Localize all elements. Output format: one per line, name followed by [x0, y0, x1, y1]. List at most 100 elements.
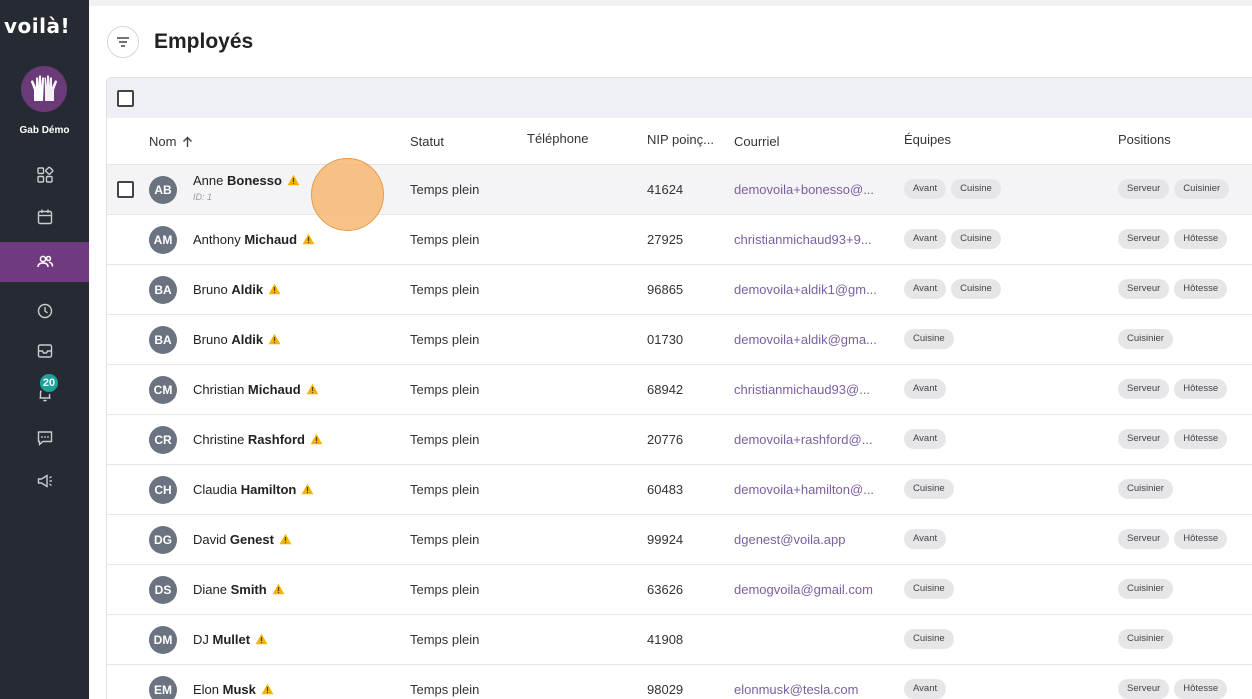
- positions-cell: Serveur Hôtesse: [1118, 529, 1228, 549]
- nip-cell: 99924: [647, 532, 684, 547]
- nav-messages[interactable]: [0, 418, 89, 458]
- sidebar: voilà! Gab Démo 20: [0, 0, 89, 699]
- position-chip: Hôtesse: [1174, 429, 1228, 449]
- table-row[interactable]: DG David Genest Temps plein 99924 dgenest@vo…: [107, 515, 1252, 565]
- chat-icon: [37, 431, 52, 447]
- employee-name[interactable]: Diane Smith: [193, 582, 285, 598]
- email-cell[interactable]: demovoila+bonesso@...: [734, 182, 874, 197]
- column-header-nip[interactable]: NIP poinç...: [647, 132, 714, 147]
- email-cell[interactable]: dgenest@voila.app: [734, 532, 846, 547]
- filter-button[interactable]: [107, 26, 139, 58]
- teams-cell: Avant: [904, 429, 947, 449]
- teams-cell: Avant: [904, 529, 947, 549]
- email-cell[interactable]: christianmichaud93+9...: [734, 232, 872, 247]
- employee-name[interactable]: Claudia Hamilton: [193, 482, 314, 498]
- column-header-phone[interactable]: Téléphone: [527, 131, 588, 146]
- nav-announcements[interactable]: [0, 461, 89, 501]
- team-chip: Avant: [904, 379, 947, 399]
- table-row[interactable]: DS Diane Smith Temps plein 63626 demogvoila@…: [107, 565, 1252, 615]
- last-name: Bonesso: [227, 173, 282, 188]
- nip-cell: 27925: [647, 232, 684, 247]
- warning-icon: [301, 483, 314, 498]
- avatar: DM: [149, 626, 177, 654]
- column-header-name[interactable]: Nom: [149, 134, 193, 151]
- status-cell: Temps plein: [410, 482, 480, 497]
- first-name: Claudia: [193, 482, 238, 497]
- table-row[interactable]: CH Claudia Hamilton Temps plein 60483 demovo…: [107, 465, 1252, 515]
- positions-cell: Cuisinier: [1118, 479, 1173, 499]
- position-chip: Serveur: [1118, 229, 1170, 249]
- first-name: Bruno: [193, 282, 228, 297]
- nip-cell: 41908: [647, 632, 684, 647]
- row-checkbox[interactable]: [117, 181, 134, 198]
- column-header-teams[interactable]: Équipes: [904, 132, 951, 147]
- email-cell[interactable]: elonmusk@tesla.com: [734, 682, 858, 697]
- team-chip: Cuisine: [951, 179, 1001, 199]
- table-row[interactable]: CR Christine Rashford Temps plein 20776 demo…: [107, 415, 1252, 465]
- warning-icon: [306, 383, 319, 398]
- last-name: Aldik: [231, 282, 264, 297]
- last-name: Rashford: [247, 432, 305, 447]
- email-cell[interactable]: demovoila+aldik@gma...: [734, 332, 877, 347]
- sort-ascending-icon[interactable]: [182, 136, 193, 151]
- table-row[interactable]: BA Bruno Aldik Temps plein 01730 demovoila+a…: [107, 315, 1252, 365]
- last-name: Genest: [229, 532, 274, 547]
- status-cell: Temps plein: [410, 182, 480, 197]
- nav-employees[interactable]: [0, 242, 89, 282]
- employee-name[interactable]: Bruno Aldik: [193, 332, 281, 348]
- team-chip: Cuisine: [951, 229, 1001, 249]
- last-name: Hamilton: [240, 482, 297, 497]
- nav-dashboard[interactable]: [0, 155, 89, 195]
- team-chip: Cuisine: [904, 629, 954, 649]
- email-cell[interactable]: demovoila+hamilton@...: [734, 482, 874, 497]
- column-header-positions[interactable]: Positions: [1118, 132, 1171, 147]
- select-all-checkbox[interactable]: [117, 90, 134, 107]
- nip-cell: 60483: [647, 482, 684, 497]
- column-header-status[interactable]: Statut: [410, 134, 444, 149]
- email-cell[interactable]: christianmichaud93@...: [734, 382, 870, 397]
- nav-notifications[interactable]: 20: [0, 372, 89, 414]
- email-cell[interactable]: demogvoila@gmail.com: [734, 582, 873, 597]
- megaphone-icon: [37, 474, 52, 488]
- status-cell: Temps plein: [410, 532, 480, 547]
- last-name: Michaud: [244, 232, 298, 247]
- nip-cell: 98029: [647, 682, 684, 697]
- email-cell[interactable]: demovoila+rashford@...: [734, 432, 873, 447]
- status-cell: Temps plein: [410, 432, 480, 447]
- team-chip: Cuisine: [951, 279, 1001, 299]
- last-name: Musk: [222, 682, 256, 697]
- teams-cell: Avant: [904, 679, 947, 699]
- app-logo[interactable]: voilà!: [4, 14, 70, 38]
- employee-name[interactable]: Anne Bonesso: [193, 173, 300, 189]
- raised-hands-icon: [31, 75, 57, 101]
- team-chip: Avant: [904, 429, 947, 449]
- team-chip: Avant: [904, 229, 947, 249]
- employee-name[interactable]: Elon Musk: [193, 682, 274, 698]
- employee-name[interactable]: DJ Mullet: [193, 632, 268, 648]
- first-name: David: [193, 532, 227, 547]
- employee-name[interactable]: David Genest: [193, 532, 292, 548]
- org-avatar[interactable]: [21, 66, 67, 112]
- column-header-email[interactable]: Courriel: [734, 134, 780, 149]
- status-cell: Temps plein: [410, 632, 480, 647]
- table-row[interactable]: AB Anne Bonesso ID: 1 Temps plein 41624 demov…: [107, 165, 1252, 215]
- table-row[interactable]: CM Christian Michaud Temps plein 68942 chris…: [107, 365, 1252, 415]
- nav-calendar[interactable]: [0, 197, 89, 237]
- first-name: Anthony: [193, 232, 241, 247]
- email-cell[interactable]: demovoila+aldik1@gm...: [734, 282, 877, 297]
- employee-name[interactable]: Bruno Aldik: [193, 282, 281, 298]
- positions-cell: Serveur Hôtesse: [1118, 429, 1228, 449]
- calendar-icon: [37, 209, 52, 225]
- employee-name[interactable]: Christian Michaud: [193, 382, 319, 398]
- table-row[interactable]: EM Elon Musk Temps plein 98029 elonmusk@tesl…: [107, 665, 1252, 699]
- employee-name[interactable]: Anthony Michaud: [193, 232, 315, 248]
- nav-time-clock[interactable]: [0, 291, 89, 331]
- employee-name[interactable]: Christine Rashford: [193, 432, 323, 448]
- table-row[interactable]: DM DJ Mullet Temps plein 41908 Cuisine Cuisin…: [107, 615, 1252, 665]
- nip-cell: 68942: [647, 382, 684, 397]
- warning-icon: [302, 233, 315, 248]
- table-row[interactable]: AM Anthony Michaud Temps plein 27925 christi…: [107, 215, 1252, 265]
- first-name: Christian: [193, 382, 245, 397]
- table-row[interactable]: BA Bruno Aldik Temps plein 96865 demovoila+a…: [107, 265, 1252, 315]
- nav-inbox[interactable]: [0, 331, 89, 371]
